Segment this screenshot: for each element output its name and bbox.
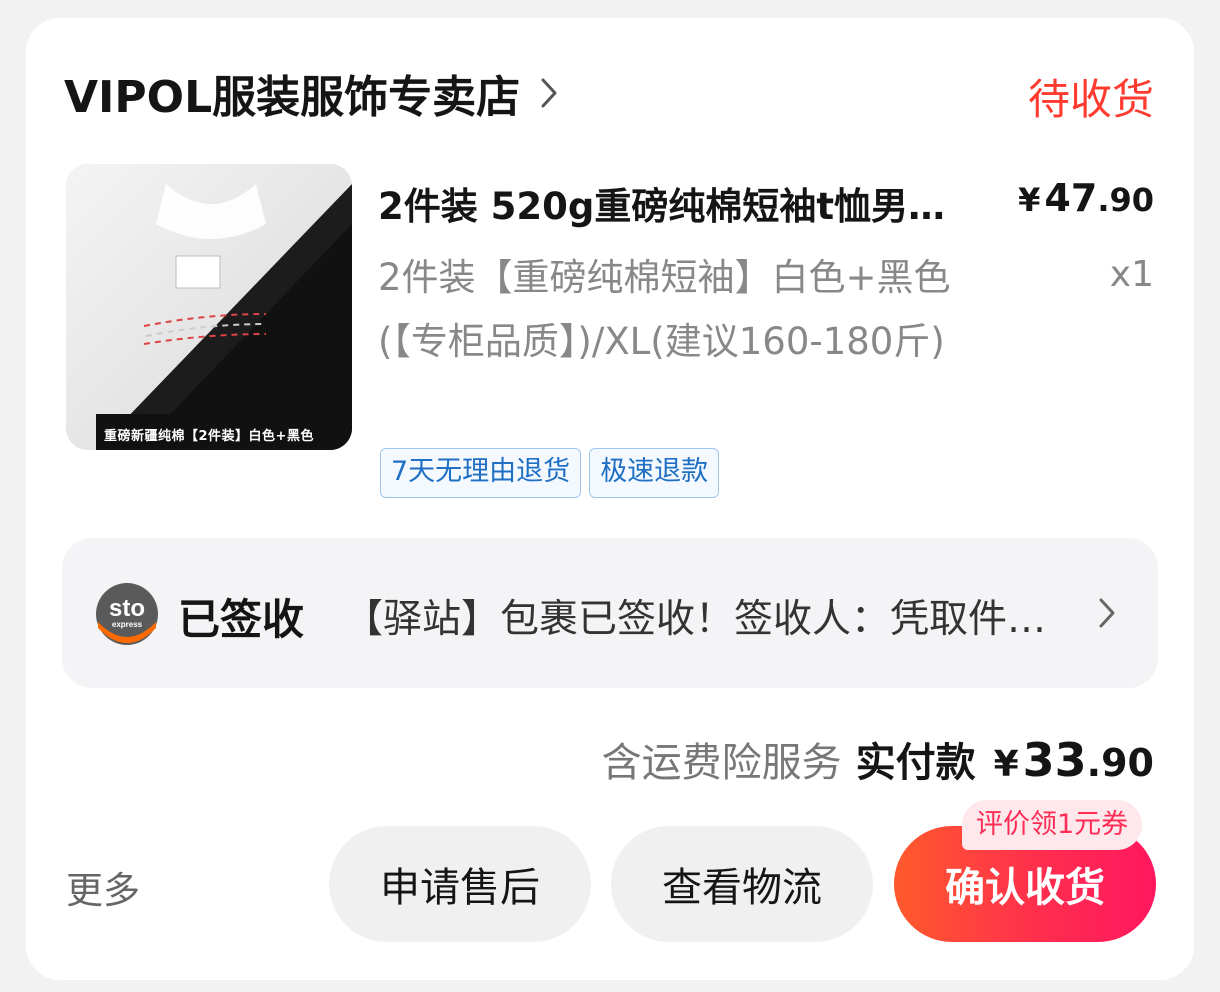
chevron-right-icon[interactable] — [1096, 596, 1126, 630]
more-button[interactable]: 更多 — [66, 860, 140, 914]
product-image-caption: 重磅新疆纯棉【2件装】白色+黑色 — [104, 429, 314, 444]
order-status: 待收货 — [1027, 75, 1154, 124]
sto-logo-subtext: express — [112, 620, 143, 629]
sto-logo-text: sto — [109, 595, 145, 622]
product-image[interactable]: 重磅新疆纯棉【2件装】白色+黑色 — [66, 164, 352, 450]
product-title[interactable]: 2件装 520g重磅纯棉短袖t恤男夏季宽松百搭 — [378, 176, 958, 230]
chevron-right-icon[interactable] — [538, 78, 568, 108]
tag-fast-refund: 极速退款 — [589, 448, 720, 498]
order-card: VIPOL服装服饰专卖店 待收货 重磅新疆纯棉【2件装】白色+黑色 2件装 52… — [26, 18, 1194, 980]
review-coupon-badge: 评价领1元券 — [962, 800, 1143, 850]
paid-decimal: .90 — [1086, 741, 1154, 785]
paid-label: 实付款 — [855, 740, 976, 786]
tag-7day-return: 7天无理由退货 — [380, 448, 582, 498]
service-tags: 7天无理由退货 极速退款 — [380, 448, 720, 498]
shop-header[interactable]: VIPOL服装服饰专卖店 — [64, 58, 568, 128]
product-quantity: x1 — [1109, 254, 1154, 295]
price-currency: ¥ — [1018, 181, 1041, 219]
paid-amount: ¥33.90 — [994, 733, 1154, 787]
shipping-insurance-text: 含运费险服务 — [601, 740, 842, 786]
view-logistics-button[interactable]: 查看物流 — [611, 826, 873, 942]
price-integer: 47 — [1044, 176, 1098, 220]
logistics-bar[interactable]: sto express 已签收 【驿站】包裹已签收！签收人：凭取件码取件 — [62, 538, 1158, 688]
sto-express-logo: sto express — [96, 583, 158, 645]
shop-name[interactable]: VIPOL服装服饰专卖店 — [64, 61, 520, 125]
paid-integer: 33 — [1022, 733, 1087, 787]
payment-summary: 含运费险服务 实付款 ¥33.90 — [602, 730, 1154, 788]
product-price: ¥47.90 — [1018, 176, 1154, 220]
product-spec: 2件装【重磅纯棉短袖】白色+黑色(【专柜品质】)/XL(建议160-180斤) — [378, 256, 951, 363]
delivery-detail: 【驿站】包裹已签收！签收人：凭取件码取件 — [344, 597, 1066, 642]
price-decimal: .90 — [1097, 181, 1154, 219]
delivery-status: 已签收 — [178, 595, 305, 644]
paid-currency: ¥ — [993, 744, 1019, 785]
apply-after-sale-button[interactable]: 申请售后 — [329, 826, 591, 942]
